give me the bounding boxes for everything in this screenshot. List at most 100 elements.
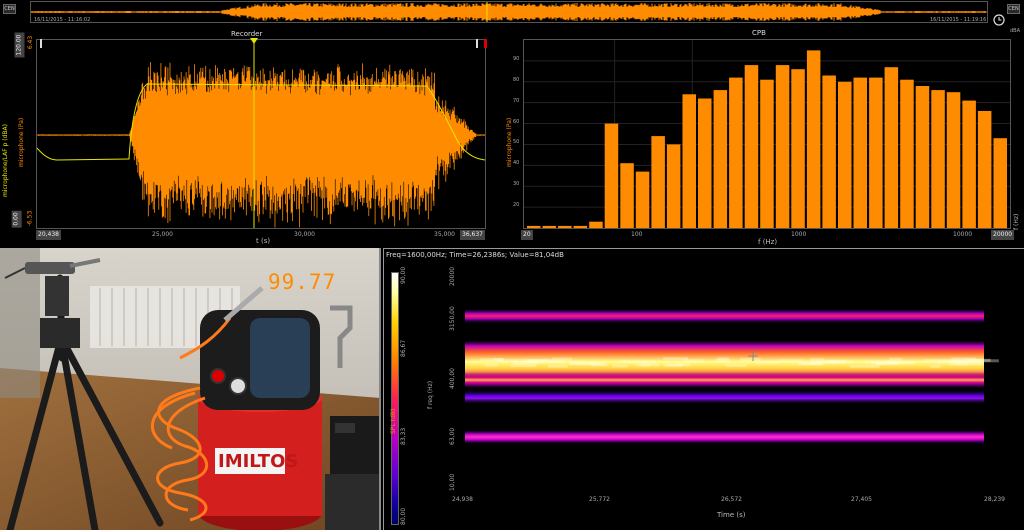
cpb-panel: CPB dBA microphone (Pa) 20 30 40 50 60 70 80 90… (495, 27, 1024, 246)
recorder-left-bottom-tick: 0.00 (11, 210, 22, 228)
cpb-x-tick-100: 100 (631, 231, 643, 238)
spec-noise (484, 363, 498, 367)
cpb-bar-80[interactable] (620, 163, 634, 228)
overview-wave (30, 3, 987, 21)
recorder-left-handle[interactable] (40, 39, 42, 48)
cpb-bar-1600[interactable] (822, 75, 836, 229)
spec-noise (479, 358, 503, 362)
cpb-bar-20000[interactable] (993, 138, 1008, 228)
cpb-bar-40[interactable] (573, 225, 588, 228)
cpb-bar-2000[interactable] (838, 81, 852, 228)
overview-left-button[interactable]: CEN (3, 4, 16, 14)
spec-noise (725, 363, 746, 367)
cpb-y-tick: 30 (513, 181, 520, 188)
recorder-right-top-tick: 6.43 (27, 35, 35, 50)
cpb-y-tick: 90 (513, 55, 520, 62)
recorder-panel: microphone/LAF p (dBA) microphone (Pa) 1… (0, 27, 492, 245)
cpb-bar-315[interactable] (713, 90, 728, 228)
spec-noise (527, 360, 551, 364)
cpb-bar-400[interactable] (729, 77, 743, 228)
colorbar-tick-3: 83,33 (400, 427, 407, 445)
cpb-bar-8000[interactable] (931, 90, 945, 228)
cpb-bar-100[interactable] (635, 171, 650, 228)
video-panel[interactable]: IMILTOS 99.77 (0, 248, 381, 530)
cpb-plot-area[interactable] (523, 39, 1011, 229)
cpb-bar-250[interactable] (698, 98, 712, 229)
recorder-waveform-plot (36, 40, 486, 228)
spec-noise (797, 362, 822, 366)
cpb-bar-63[interactable] (604, 123, 619, 228)
cpb-bar-500[interactable] (744, 65, 759, 228)
recorder-x-tick-3: 35,000 (434, 231, 455, 238)
cpb-bar-3150[interactable] (869, 77, 883, 228)
overview-waveform[interactable] (30, 1, 988, 23)
spectrogram-x-tick-4: 27,405 (851, 496, 872, 503)
recorder-left-axis-label: microphone/LAF p (dBA) (2, 124, 9, 197)
spec-noise (889, 357, 902, 361)
spec-band-3150 (465, 309, 984, 323)
cpb-bar-2500[interactable] (853, 77, 868, 228)
video-overlay-value: 99.77 (268, 270, 337, 294)
spectrogram-colorbar[interactable] (391, 272, 399, 525)
cpb-bar-31.5[interactable] (558, 225, 572, 228)
cpb-bar-160[interactable] (666, 144, 681, 228)
spectrogram-plot (465, 309, 999, 444)
cpb-y-tick: 20 (513, 202, 520, 209)
spec-noise (888, 361, 915, 365)
cpb-bar-20[interactable] (527, 225, 541, 228)
recorder-x-end: 36,637 (460, 230, 485, 240)
recorder-left-top-tick: 120.00 (14, 32, 25, 58)
recorder-red-handle[interactable] (484, 39, 487, 48)
cpb-right-unit-label: f (Hz) (1013, 213, 1020, 230)
spectrogram-readout: Freq=1600,00Hz; Time=26,2386s; Value=81,… (386, 251, 564, 259)
overview-end-time: 16/11/2015 - 11:19:16 (930, 17, 987, 23)
spec-noise (824, 359, 836, 363)
cpb-y-axis-label: microphone (Pa) (506, 117, 513, 167)
spec-noise (663, 357, 689, 361)
overview-right-button[interactable]: CEN (1007, 4, 1020, 14)
recorder-x-tick-2: 30,000 (294, 231, 315, 238)
cpb-bar-125[interactable] (651, 136, 665, 228)
cpb-units-top: dBA (1010, 28, 1021, 34)
recorder-right-handle[interactable] (476, 39, 478, 48)
cpb-bar-12500[interactable] (962, 100, 976, 228)
cpb-bar-1000[interactable] (791, 69, 805, 228)
cpb-bar-6300[interactable] (915, 86, 930, 228)
spec-noise (666, 363, 683, 367)
spectrogram-x-tick-2: 25,772 (589, 496, 610, 503)
cpb-bar-50[interactable] (589, 221, 603, 228)
spec-noise (950, 359, 975, 363)
spectrogram-y-tick-1: 20000 (449, 266, 456, 286)
cpb-bar-25[interactable] (542, 225, 557, 228)
spec-noise (717, 357, 729, 361)
spec-noise (636, 363, 650, 367)
overview-start-time: 16/11/2015 - 11:16:02 (34, 17, 91, 23)
overview-waveform-plot (30, 2, 987, 22)
recorder-marker-handle[interactable] (250, 38, 258, 44)
spectrogram-plot-area[interactable] (460, 272, 1001, 490)
cpb-bar-200[interactable] (682, 94, 697, 228)
cpb-y-tick: 50 (513, 139, 520, 146)
recorder-x-start: 20,438 (36, 230, 61, 240)
cpb-x-axis-label: f (Hz) (758, 238, 778, 246)
spectrogram-panel: Freq=1600,00Hz; Time=26,2386s; Value=81,… (383, 248, 1024, 530)
cpb-bar-1250[interactable] (806, 50, 821, 229)
cpb-bar-16000[interactable] (977, 111, 992, 228)
overview-strip[interactable]: CEN 16/11/2015 - 11:16:02 16/11/2015 - 1… (0, 0, 1024, 26)
spectrogram-x-tick-1: 24,938 (452, 496, 473, 503)
cpb-x-start: 20 (521, 230, 533, 240)
cpb-bar-5000[interactable] (900, 79, 914, 228)
clock-icon[interactable] (993, 14, 1005, 26)
spec-noise (756, 360, 779, 364)
cpb-bar-800[interactable] (775, 65, 790, 228)
spec-noise (612, 364, 628, 368)
spectrogram-y-axis-label: f req (Hz) (427, 380, 434, 409)
cpb-bar-10000[interactable] (946, 92, 961, 228)
recorder-plot-area[interactable] (36, 39, 486, 229)
cpb-bar-4000[interactable] (884, 67, 899, 228)
cpb-title: CPB (752, 29, 766, 37)
cpb-bar-630[interactable] (760, 79, 774, 228)
spec-noise (510, 364, 537, 367)
spec-noise (577, 362, 600, 366)
spec-noise (810, 358, 824, 362)
